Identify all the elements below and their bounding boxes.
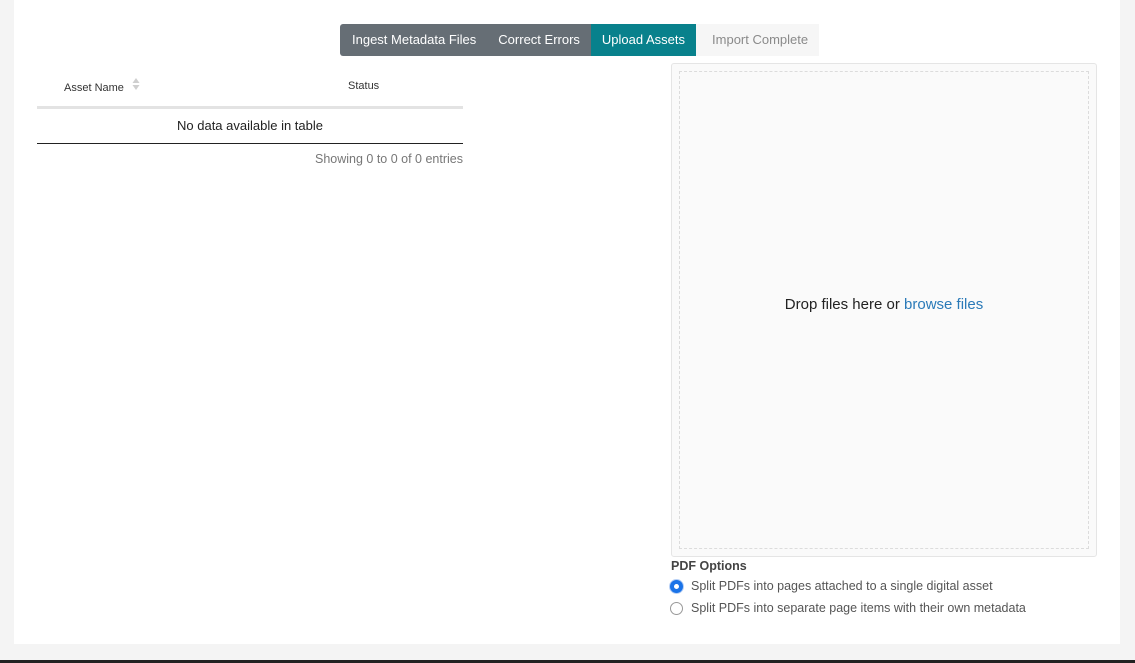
file-dropzone[interactable]: Drop files here or browse files: [671, 63, 1097, 557]
radio-unchecked-icon[interactable]: [670, 601, 683, 615]
progress-steps: Ingest Metadata Files Correct Errors Upl…: [340, 24, 820, 56]
column-header-asset-name[interactable]: Asset Name: [64, 82, 124, 94]
step-upload-assets[interactable]: Upload Assets: [590, 24, 697, 56]
assets-table: Asset Name Status No data available in t…: [37, 68, 463, 166]
step-import-complete: Import Complete: [696, 24, 820, 56]
radio-option-separate-items[interactable]: Split PDFs into separate page items with…: [670, 601, 1026, 615]
pdf-options-title: PDF Options: [671, 559, 747, 573]
browse-files-link[interactable]: browse files: [904, 296, 983, 313]
table-header: Asset Name Status: [37, 68, 463, 109]
column-header-status[interactable]: Status: [348, 80, 379, 92]
dropzone-message: Drop files here or browse files: [785, 296, 983, 313]
dropzone-text: Drop files here or: [784, 295, 900, 313]
step-correct-errors[interactable]: Correct Errors: [487, 24, 591, 56]
dropzone-area[interactable]: Drop files here or browse files: [679, 71, 1089, 549]
sort-icon[interactable]: [132, 77, 140, 91]
radio-checked-icon[interactable]: [670, 579, 683, 593]
radio-option-single-asset[interactable]: Split PDFs into pages attached to a sing…: [670, 579, 993, 593]
radio-label-separate-items: Split PDFs into separate page items with…: [691, 601, 1026, 615]
table-empty-row: No data available in table: [37, 109, 463, 144]
radio-label-single-asset: Split PDFs into pages attached to a sing…: [691, 579, 993, 593]
table-info: Showing 0 to 0 of 0 entries: [314, 152, 463, 166]
step-ingest-metadata[interactable]: Ingest Metadata Files: [340, 24, 488, 56]
